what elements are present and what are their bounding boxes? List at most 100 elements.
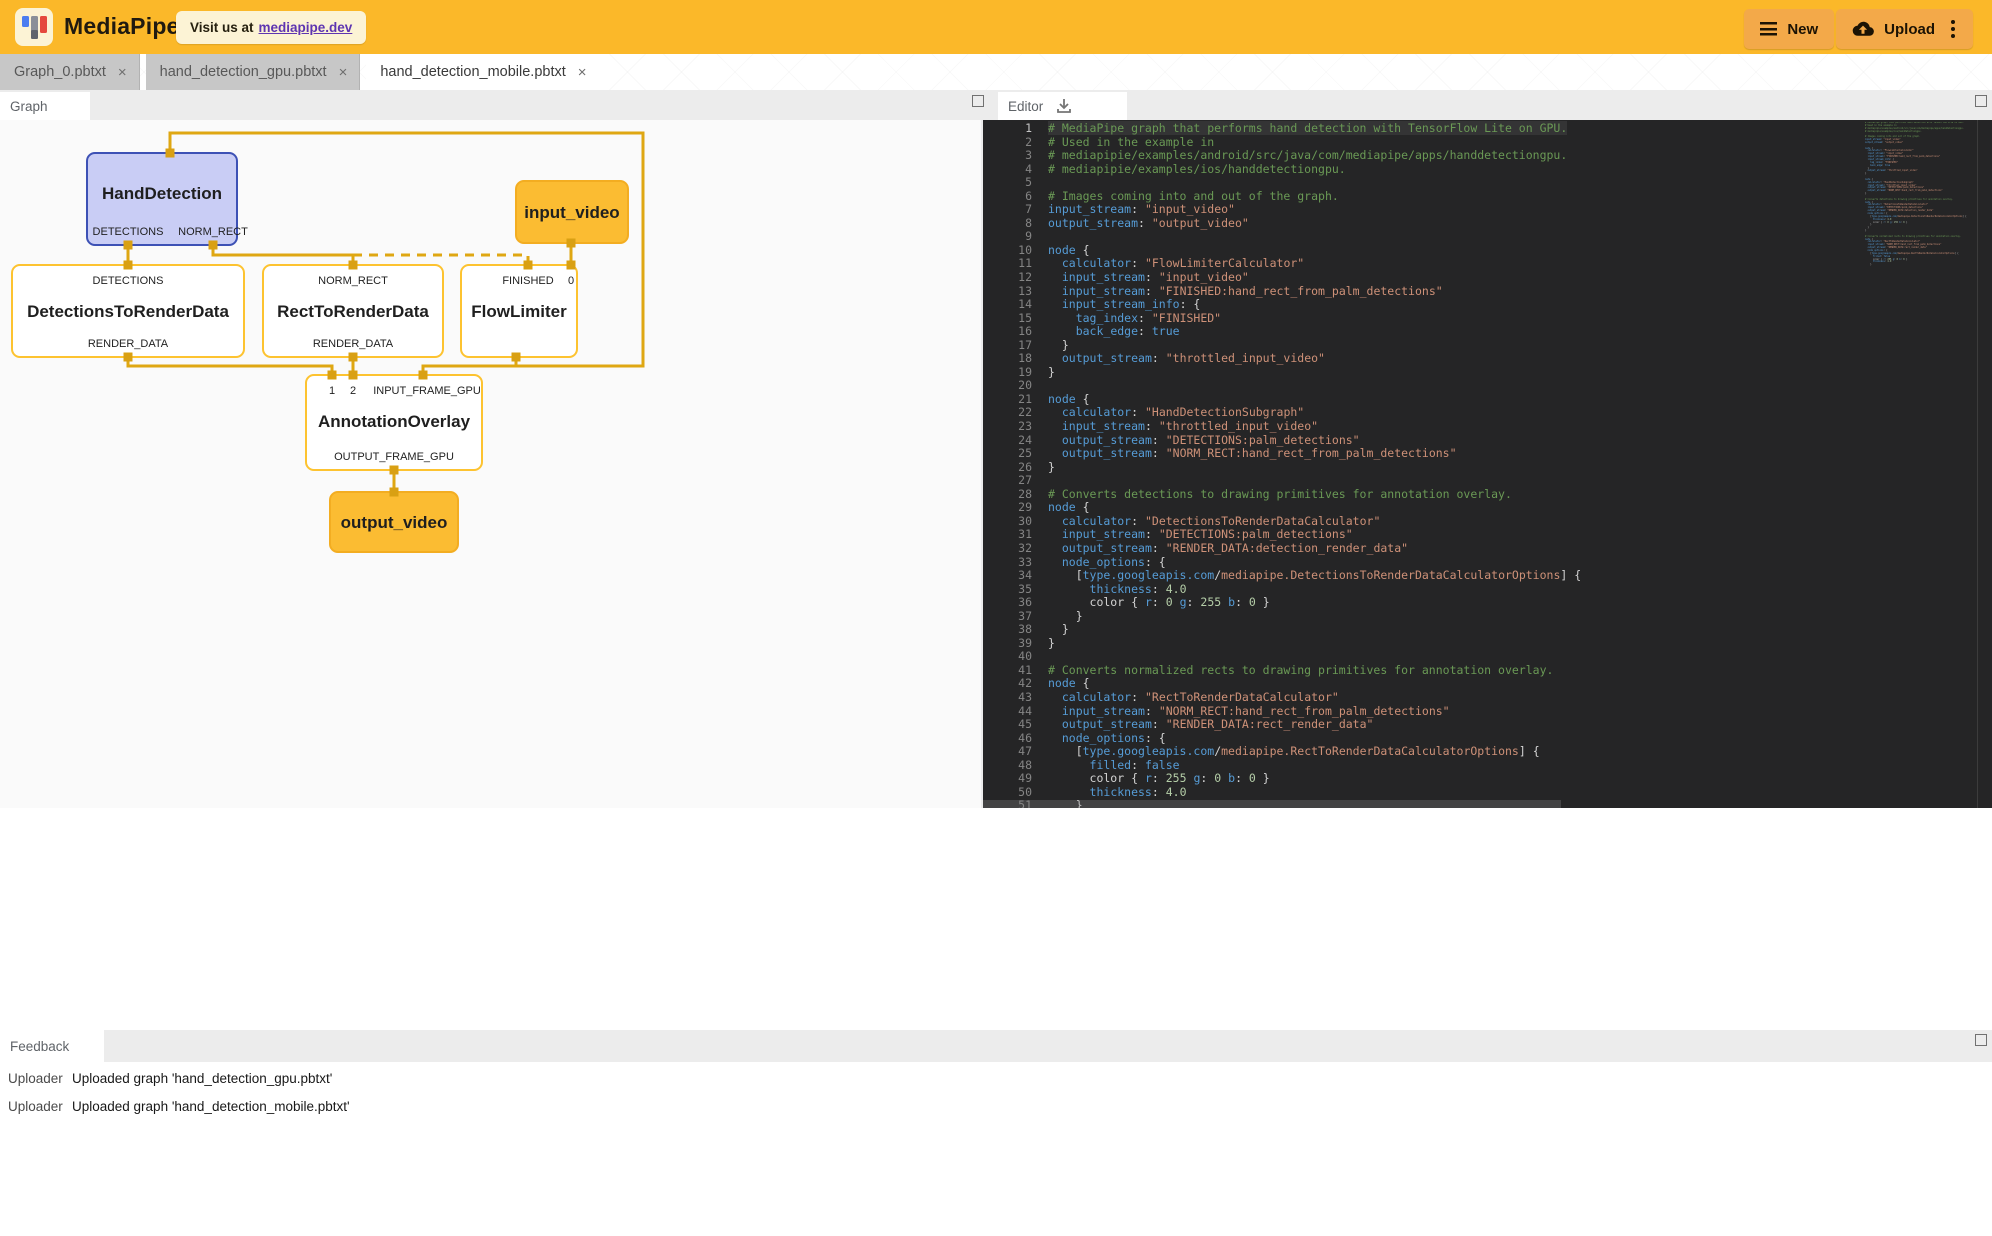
editor-line[interactable]: 50 thickness: 4.0 [983,786,1581,800]
editor-line[interactable]: 42node { [983,677,1581,691]
editor-line[interactable]: 36 color { r: 0 g: 255 b: 0 } [983,596,1581,610]
editor-line[interactable]: 35 thickness: 4.0 [983,583,1581,597]
graph-node-output_video[interactable]: output_video [330,492,458,552]
expand-graph-panel-icon[interactable] [972,95,984,107]
editor-line[interactable]: 38 } [983,623,1581,637]
download-icon[interactable] [1055,97,1073,115]
editor-line[interactable]: 41# Converts normalized rects to drawing… [983,664,1581,678]
editor-line[interactable]: 43 calculator: "RectToRenderDataCalculat… [983,691,1581,705]
graph-port-label: 1 [329,385,335,397]
editor-line[interactable]: 17 } [983,339,1581,353]
graph-edge-connector-dot [124,353,133,362]
editor-line[interactable]: 7input_stream: "input_video" [983,203,1581,217]
editor-line[interactable]: 44 input_stream: "NORM_RECT:hand_rect_fr… [983,705,1581,719]
file-tab-3[interactable]: hand_detection_mobile.pbtxt× [366,54,598,90]
editor-line[interactable]: 22 calculator: "HandDetectionSubgraph" [983,406,1581,420]
graph-edge-connector-dot [524,261,533,270]
editor-line[interactable]: 14 input_stream_info: { [983,298,1581,312]
editor-line[interactable]: 23 input_stream: "throttled_input_video" [983,420,1581,434]
expand-editor-panel-icon[interactable] [1975,95,1987,107]
editor-line[interactable]: 18 output_stream: "throttled_input_video… [983,352,1581,366]
graph-port-label: DETECTIONS [93,226,164,238]
graph-node-title: FlowLimiter [471,302,567,321]
close-tab-icon[interactable]: × [116,65,129,80]
editor-line[interactable]: 29node { [983,501,1581,515]
editor-line[interactable]: 3# mediapipie/examples/android/src/java/… [983,149,1581,163]
graph-node-input_video[interactable]: input_video [516,181,628,243]
graph-node-DetectionsToRenderData[interactable]: DetectionsToRenderDataDETECTIONSRENDER_D… [12,265,244,357]
editor-line[interactable]: 25 output_stream: "NORM_RECT:hand_rect_f… [983,447,1581,461]
file-tabs: Graph_0.pbtxt×hand_detection_gpu.pbtxt×h… [0,54,1992,90]
editor-minimap[interactable]: # MediaPipe graph that performs hand det… [1865,122,1977,267]
menu-lines-icon [1760,22,1777,36]
editor-line[interactable]: 34 [type.googleapis.com/mediapipe.Detect… [983,569,1581,583]
editor-line[interactable]: 39} [983,637,1581,651]
editor-line[interactable]: 48 filled: false [983,759,1581,773]
graph-node-HandDetection[interactable]: HandDetectionDETECTIONSNORM_RECT [87,153,248,245]
editor-line[interactable]: 31 input_stream: "DETECTIONS:palm_detect… [983,528,1581,542]
upload-button[interactable]: Upload [1836,9,1973,49]
graph-edge-connector-dot [567,261,576,270]
editor-line[interactable]: 13 input_stream: "FINISHED:hand_rect_fro… [983,285,1581,299]
tab-editor[interactable]: Editor [998,92,1127,120]
editor-overview-ruler [1977,120,1978,810]
editor-line[interactable]: 46 node_options: { [983,732,1581,746]
editor-line[interactable]: 11 calculator: "FlowLimiterCalculator" [983,257,1581,271]
editor-line[interactable]: 9 [983,230,1581,244]
graph-port-label: RENDER_DATA [88,338,169,350]
graph-node-RectToRenderData[interactable]: RectToRenderDataNORM_RECTRENDER_DATA [263,265,443,357]
editor-line[interactable]: 21node { [983,393,1581,407]
editor-line[interactable]: 15 tag_index: "FINISHED" [983,312,1581,326]
lower-panel-background [0,808,1992,1030]
mediapipe-logo-icon [15,8,53,46]
editor-code-area[interactable]: 1# MediaPipe graph that performs hand de… [983,122,1581,810]
editor-line[interactable]: 33 node_options: { [983,556,1581,570]
mediapipe-dev-link[interactable]: mediapipe.dev [259,20,353,35]
tab-graph[interactable]: Graph [0,92,90,120]
editor-line[interactable]: 47 [type.googleapis.com/mediapipe.RectTo… [983,745,1581,759]
graph-canvas[interactable]: HandDetectionDETECTIONSNORM_RECT input_vi… [0,120,981,808]
editor-line[interactable]: 1# MediaPipe graph that performs hand de… [983,122,1581,136]
graph-node-title: output_video [341,513,448,532]
editor-line[interactable]: 5 [983,176,1581,190]
editor-line[interactable]: 20 [983,379,1581,393]
tab-feedback[interactable]: Feedback [0,1030,104,1062]
editor-line[interactable]: 19} [983,366,1581,380]
graph-port-label: 0 [568,275,574,287]
file-tab-label: Graph_0.pbtxt [14,64,106,80]
editor-line[interactable]: 10node { [983,244,1581,258]
editor-line[interactable]: 26} [983,461,1581,475]
close-tab-icon[interactable]: × [337,65,350,80]
editor-line[interactable]: 6# Images coming into and out of the gra… [983,190,1581,204]
graph-edge-connector-dot [124,241,133,250]
graph-edge-connector-dot [390,488,399,497]
feedback-source: Uploader [8,1071,72,1086]
editor-line[interactable]: 16 back_edge: true [983,325,1581,339]
editor-line[interactable]: 30 calculator: "DetectionsToRenderDataCa… [983,515,1581,529]
editor-line[interactable]: 8output_stream: "output_video" [983,217,1581,231]
graph-edge-connector-dot [349,353,358,362]
editor-line[interactable]: 49 color { r: 255 g: 0 b: 0 } [983,772,1581,786]
editor-line[interactable]: 28# Converts detections to drawing primi… [983,488,1581,502]
file-tab-1[interactable]: Graph_0.pbtxt × [0,54,140,90]
editor-line[interactable]: 45 output_stream: "RENDER_DATA:rect_rend… [983,718,1581,732]
code-editor[interactable]: 1# MediaPipe graph that performs hand de… [983,120,1992,810]
editor-line[interactable]: 37 } [983,610,1581,624]
editor-line[interactable]: 24 output_stream: "DETECTIONS:palm_detec… [983,434,1581,448]
file-tab-2[interactable]: hand_detection_gpu.pbtxt× [146,54,361,90]
expand-feedback-panel-icon[interactable] [1975,1034,1987,1046]
editor-line[interactable]: 4# mediapipie/examples/ios/handdetection… [983,163,1581,177]
visit-us-label: Visit us at [190,20,254,35]
editor-line[interactable]: 12 input_stream: "input_video" [983,271,1581,285]
editor-line[interactable]: 2# Used in the example in [983,136,1581,150]
graph-node-FlowLimiter[interactable]: FlowLimiterFINISHED0 [461,265,577,357]
close-tab-icon[interactable]: × [576,65,589,80]
editor-line[interactable]: 40 [983,650,1581,664]
graph-edge-connector-dot [124,261,133,270]
graph-edge-flowlimiter-to-annotationoverlay [423,357,516,375]
graph-node-AnnotationOverlay[interactable]: AnnotationOverlay12INPUT_FRAME_GPUOUTPUT… [306,375,482,470]
new-button[interactable]: New [1744,9,1834,49]
kebab-menu-icon[interactable] [1949,18,1957,40]
editor-line[interactable]: 32 output_stream: "RENDER_DATA:detection… [983,542,1581,556]
editor-line[interactable]: 27 [983,474,1581,488]
